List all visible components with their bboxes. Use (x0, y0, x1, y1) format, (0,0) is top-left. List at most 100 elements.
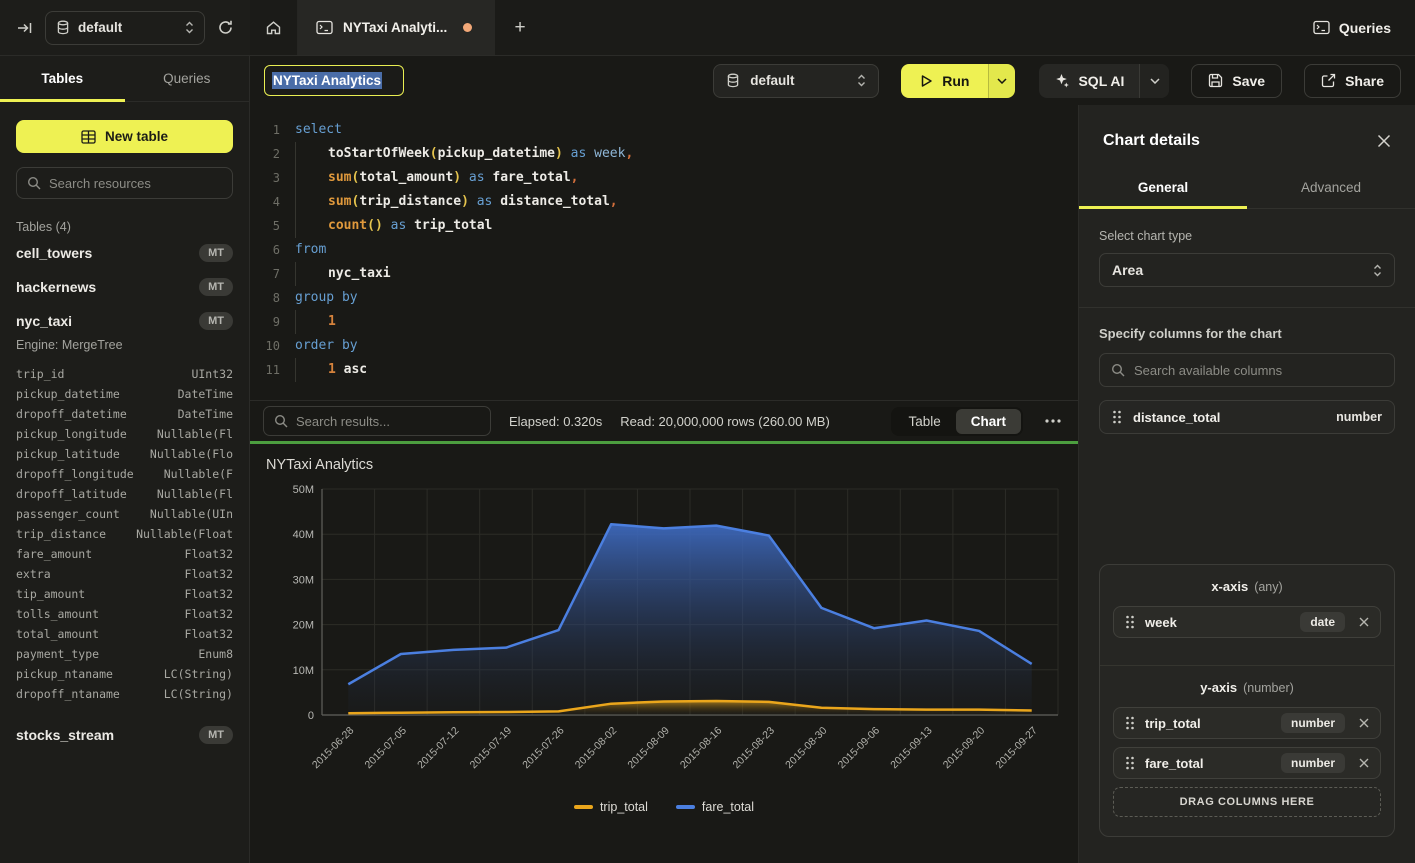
run-database-value: default (750, 73, 847, 88)
svg-text:2015-07-26: 2015-07-26 (520, 725, 567, 772)
view-toggle-table[interactable]: Table (893, 409, 955, 434)
share-icon (1321, 73, 1336, 88)
table-name: hackernews (16, 279, 96, 295)
svg-text:50M: 50M (293, 484, 314, 496)
column-row: extraFloat32 (0, 564, 249, 584)
resource-search[interactable] (16, 167, 233, 199)
legend-trip-total[interactable]: trip_total (574, 800, 648, 814)
database-selector[interactable]: default (45, 11, 205, 45)
code-line: 6from (250, 238, 1078, 262)
save-button[interactable]: Save (1191, 64, 1282, 98)
sidebar-tab-queries[interactable]: Queries (125, 56, 250, 101)
column-type: Nullable(Fl (157, 427, 233, 441)
table-item-nyc-taxi[interactable]: nyc_taxi MT (0, 304, 249, 338)
column-name: pickup_longitude (16, 427, 127, 441)
sparkle-icon (1054, 73, 1069, 88)
column-type: Float32 (185, 627, 233, 641)
column-search-input[interactable] (1134, 363, 1383, 378)
share-label: Share (1345, 73, 1384, 89)
share-button[interactable]: Share (1304, 64, 1401, 98)
drag-handle-icon (1125, 756, 1135, 770)
remove-icon[interactable] (1359, 718, 1369, 728)
column-row: trip_idUInt32 (0, 364, 249, 384)
run-database-selector[interactable]: default (713, 64, 879, 98)
column-type: Nullable(Float (136, 527, 233, 541)
column-name: trip_id (16, 367, 64, 381)
tab-home[interactable] (250, 0, 298, 55)
code-line: 3sum(total_amount) as fare_total, (250, 166, 1078, 190)
svg-text:2015-08-30: 2015-08-30 (783, 725, 830, 772)
x-axis-chip-week[interactable]: week date (1113, 606, 1381, 638)
new-tab-button[interactable]: + (496, 0, 544, 55)
svg-text:2015-09-20: 2015-09-20 (941, 725, 988, 772)
legend-fare-total[interactable]: fare_total (676, 800, 754, 814)
resource-search-input[interactable] (49, 176, 222, 191)
view-toggle-chart[interactable]: Chart (956, 409, 1021, 434)
chevron-down-icon (1150, 78, 1160, 84)
database-selector-value: default (78, 20, 177, 35)
sql-ai-button[interactable]: SQL AI (1039, 64, 1139, 98)
table-item-hackernews[interactable]: hackernews MT (0, 270, 249, 304)
run-button[interactable]: Run (901, 64, 988, 98)
column-search[interactable] (1099, 353, 1395, 387)
axis-chip-name: trip_total (1145, 716, 1271, 731)
query-title-input[interactable]: NYTaxi Analytics (264, 65, 404, 96)
svg-text:2015-06-28: 2015-06-28 (310, 725, 357, 772)
query-toolbar: NYTaxi Analytics default Run (250, 56, 1415, 105)
column-name: dropoff_latitude (16, 487, 127, 501)
run-button-group: Run (901, 64, 1015, 98)
drag-handle-icon (1125, 615, 1135, 629)
sql-ai-label: SQL AI (1078, 73, 1124, 89)
sql-ai-options-button[interactable] (1139, 64, 1169, 98)
y-axis-chip-fare-total[interactable]: fare_total number (1113, 747, 1381, 779)
y-axis-chip-trip-total[interactable]: trip_total number (1113, 707, 1381, 739)
column-name: total_amount (16, 627, 99, 641)
column-row: dropoff_ntanameLC(String) (0, 684, 249, 704)
remove-icon[interactable] (1359, 758, 1369, 768)
close-icon[interactable] (1377, 134, 1391, 148)
run-options-button[interactable] (988, 64, 1015, 98)
chart-title: NYTaxi Analytics (266, 457, 1062, 473)
refresh-icon[interactable] (217, 19, 234, 36)
column-name: tip_amount (16, 587, 85, 601)
column-type: LC(String) (164, 687, 233, 701)
axis-assignment-box: x-axis(any) week date (1099, 564, 1395, 837)
svg-text:2015-09-27: 2015-09-27 (993, 725, 1040, 772)
queries-button[interactable]: Queries (1289, 0, 1415, 55)
sidebar: Tables Queries New table Tables (4) cell… (0, 56, 250, 863)
column-name: dropoff_longitude (16, 467, 134, 481)
available-column-distance-total[interactable]: distance_total number (1099, 400, 1395, 434)
table-item-stocks-stream[interactable]: stocks_stream MT (0, 718, 249, 752)
more-options-icon[interactable] (1041, 419, 1065, 423)
results-bar: Elapsed: 0.320s Read: 20,000,000 rows (2… (250, 400, 1078, 441)
panel-tab-advanced[interactable]: Advanced (1247, 169, 1415, 208)
code-line: 111 asc (250, 358, 1078, 382)
results-search[interactable] (263, 406, 491, 436)
play-icon (920, 74, 933, 88)
tab-title: NYTaxi Analyti... (343, 20, 447, 35)
new-table-button[interactable]: New table (16, 120, 233, 153)
sql-editor[interactable]: 1select2toStartOfWeek(pickup_datetime) a… (250, 105, 1078, 400)
tab-nytaxi-analytics[interactable]: NYTaxi Analyti... (298, 0, 496, 55)
results-search-input[interactable] (296, 414, 480, 429)
chart-type-select[interactable]: Area (1099, 253, 1395, 287)
code-line: 4sum(trip_distance) as distance_total, (250, 190, 1078, 214)
column-type: Float32 (185, 547, 233, 561)
collapse-sidebar-icon[interactable] (16, 20, 33, 36)
svg-text:2015-07-05: 2015-07-05 (363, 725, 410, 772)
panel-tab-general[interactable]: General (1079, 169, 1247, 208)
save-icon (1208, 73, 1223, 88)
table-item-cell-towers[interactable]: cell_towers MT (0, 236, 249, 270)
console-icon (1313, 20, 1330, 35)
chevron-updown-icon (857, 74, 866, 87)
engine-badge: MT (199, 726, 233, 744)
elapsed-stat: Elapsed: 0.320s (509, 414, 602, 429)
drag-columns-dropzone[interactable]: DRAG COLUMNS HERE (1113, 787, 1381, 817)
code-line: 7nyc_taxi (250, 262, 1078, 286)
chart-type-label: Select chart type (1099, 229, 1395, 243)
line-number: 10 (250, 334, 280, 358)
drag-handle-icon (1125, 716, 1135, 730)
sidebar-tab-tables[interactable]: Tables (0, 56, 125, 101)
remove-icon[interactable] (1359, 617, 1369, 627)
column-name: pickup_latitude (16, 447, 120, 461)
